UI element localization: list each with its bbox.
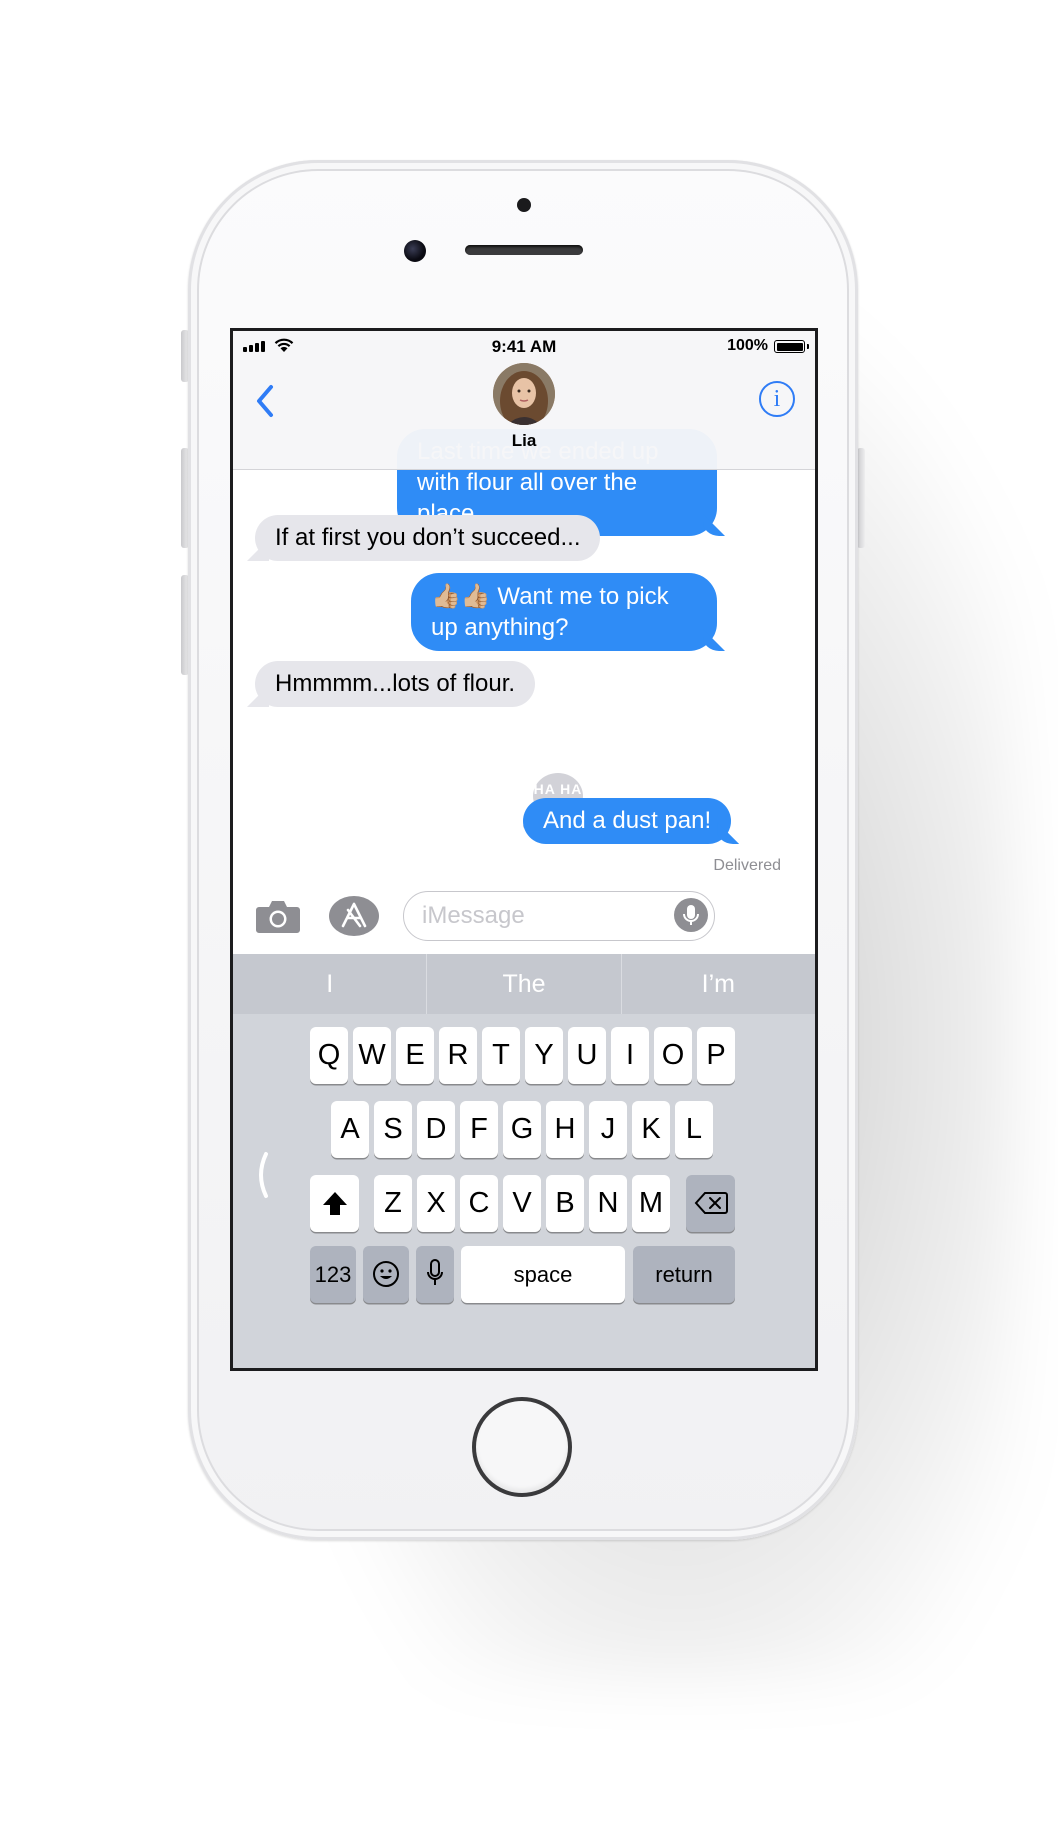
- camera-icon[interactable]: [255, 898, 301, 934]
- emoji-key[interactable]: [363, 1246, 409, 1303]
- messages-screen: 9:41 AM 100% Lia i Last time we ended up…: [230, 328, 818, 1371]
- key-y[interactable]: Y: [525, 1027, 563, 1084]
- key-l[interactable]: L: [675, 1101, 713, 1158]
- front-camera: [404, 240, 426, 262]
- keyboard-mic-icon: [427, 1259, 443, 1285]
- imessage-input[interactable]: [420, 892, 664, 940]
- key-g[interactable]: G: [503, 1101, 541, 1158]
- prediction-suggestion[interactable]: I’m: [622, 954, 815, 1014]
- key-o[interactable]: O: [654, 1027, 692, 1084]
- numbers-key[interactable]: 123: [310, 1246, 356, 1303]
- key-n[interactable]: N: [589, 1175, 627, 1232]
- key-v[interactable]: V: [503, 1175, 541, 1232]
- battery-icon: [774, 340, 809, 353]
- key-i[interactable]: I: [611, 1027, 649, 1084]
- microphone-icon[interactable]: [674, 898, 708, 932]
- delete-key[interactable]: [686, 1175, 735, 1232]
- delivery-status: Delivered: [713, 857, 781, 874]
- home-button[interactable]: [472, 1397, 572, 1497]
- message-bubble-received[interactable]: If at first you don’t succeed...: [255, 515, 601, 561]
- return-key[interactable]: return: [633, 1246, 735, 1303]
- key-j[interactable]: J: [589, 1101, 627, 1158]
- key-p[interactable]: P: [697, 1027, 735, 1084]
- prediction-suggestion[interactable]: The: [427, 954, 622, 1014]
- key-w[interactable]: W: [353, 1027, 391, 1084]
- key-c[interactable]: C: [460, 1175, 498, 1232]
- app-store-icon[interactable]: [329, 896, 379, 936]
- earpiece-speaker: [465, 245, 583, 255]
- space-key[interactable]: space: [461, 1246, 625, 1303]
- contact-avatar[interactable]: [493, 363, 555, 425]
- shift-icon: [322, 1192, 347, 1215]
- message-bubble-received[interactable]: Hmmmm...lots of flour.: [255, 661, 536, 707]
- emoji-icon: [373, 1261, 399, 1287]
- message-bubble-sent[interactable]: 👍🏼👍🏼 Want me to pick up anything?: [411, 573, 717, 651]
- shift-key[interactable]: [310, 1175, 359, 1232]
- key-h[interactable]: H: [546, 1101, 584, 1158]
- key-z[interactable]: Z: [374, 1175, 412, 1232]
- key-m[interactable]: M: [632, 1175, 670, 1232]
- key-b[interactable]: B: [546, 1175, 584, 1232]
- message-bubble-sent[interactable]: And a dust pan!: [523, 798, 732, 844]
- back-chevron-icon[interactable]: [251, 381, 281, 421]
- power-button: [857, 448, 865, 548]
- info-icon[interactable]: i: [759, 381, 795, 417]
- keyboard: I The I’m Q W E R T Y U I O P A S D F G …: [233, 954, 815, 1368]
- key-q[interactable]: Q: [310, 1027, 348, 1084]
- contact-name[interactable]: Lia: [233, 431, 815, 451]
- predictive-bar: I The I’m: [233, 954, 815, 1014]
- proximity-sensor: [517, 198, 531, 212]
- key-r[interactable]: R: [439, 1027, 477, 1084]
- key-e[interactable]: E: [396, 1027, 434, 1084]
- compose-bar: [233, 886, 815, 956]
- prediction-suggestion[interactable]: I: [233, 954, 428, 1014]
- key-f[interactable]: F: [460, 1101, 498, 1158]
- dictation-key[interactable]: [416, 1246, 454, 1303]
- battery-percent: 100%: [727, 337, 768, 354]
- key-s[interactable]: S: [374, 1101, 412, 1158]
- keyboard-chevron-left-icon[interactable]: [251, 1150, 271, 1200]
- imessage-field[interactable]: [403, 891, 715, 941]
- status-bar: 9:41 AM 100%: [233, 331, 815, 361]
- delete-icon: [694, 1192, 728, 1214]
- key-a[interactable]: A: [331, 1101, 369, 1158]
- key-x[interactable]: X: [417, 1175, 455, 1232]
- key-t[interactable]: T: [482, 1027, 520, 1084]
- key-u[interactable]: U: [568, 1027, 606, 1084]
- key-d[interactable]: D: [417, 1101, 455, 1158]
- key-k[interactable]: K: [632, 1101, 670, 1158]
